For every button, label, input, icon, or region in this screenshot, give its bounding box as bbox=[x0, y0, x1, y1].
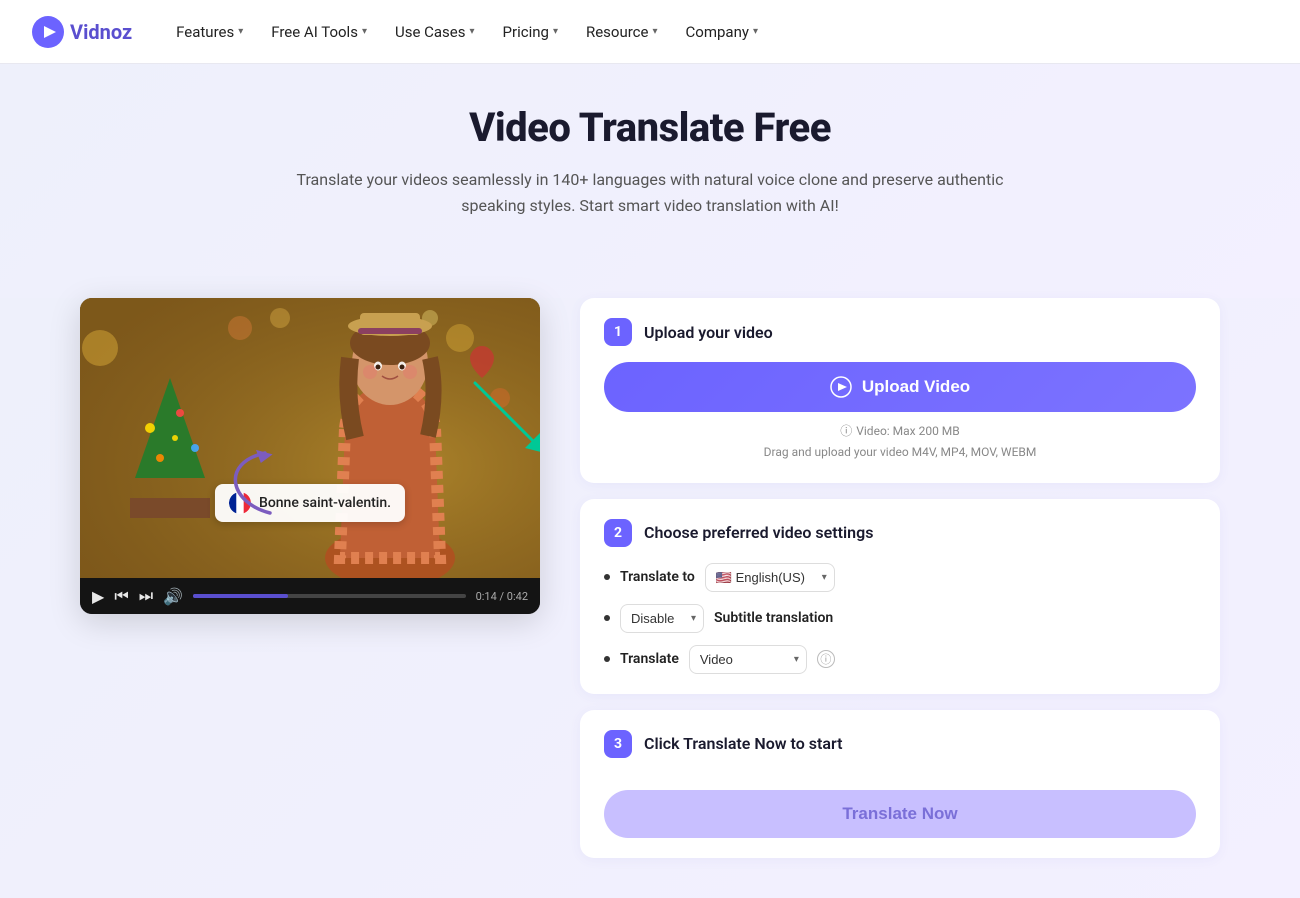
play-circle-icon bbox=[830, 376, 852, 398]
translate-option-wrapper: Video Audio Subtitles only ▾ bbox=[689, 645, 807, 674]
logo-icon bbox=[32, 16, 64, 48]
time-display: 0:14 / 0:42 bbox=[476, 590, 528, 603]
video-controls-bar: ▶ ⏮ ⏭ 🔊 0:14 / 0:42 bbox=[80, 578, 540, 614]
step-2-header: 2 Choose preferred video settings bbox=[604, 519, 1196, 547]
arrow-decoration bbox=[210, 443, 330, 523]
chevron-down-icon: ▾ bbox=[470, 26, 475, 37]
navbar: Vidnoz Features ▾ Free AI Tools ▾ Use Ca… bbox=[0, 0, 1300, 64]
nav-item-pricing[interactable]: Pricing ▾ bbox=[491, 15, 570, 49]
bullet-icon bbox=[604, 656, 610, 662]
progress-bar[interactable] bbox=[193, 594, 466, 598]
page-title: Video Translate Free bbox=[80, 104, 1220, 151]
right-panel: 1 Upload your video Upload Video ⓘ Video… bbox=[580, 298, 1220, 857]
language-select-wrapper: 🇺🇸 English(US) 🇫🇷 French 🇩🇪 German 🇪🇸 Sp… bbox=[705, 563, 835, 592]
translate-row: Translate Video Audio Subtitles only ▾ ⓘ bbox=[604, 645, 1196, 674]
step-1-title: Upload your video bbox=[644, 323, 773, 342]
step-1-header: 1 Upload your video bbox=[604, 318, 1196, 346]
skip-forward-button[interactable]: ⏭ bbox=[139, 586, 153, 606]
step-2-title: Choose preferred video settings bbox=[644, 523, 873, 542]
volume-button[interactable]: 🔊 bbox=[163, 587, 183, 606]
chevron-down-icon: ▾ bbox=[753, 26, 758, 37]
upload-info: ⓘ Video: Max 200 MB Drag and upload your… bbox=[604, 422, 1196, 462]
subtitle-row: Disable Enable ▾ Subtitle translation bbox=[604, 604, 1196, 633]
nav-item-free-ai-tools[interactable]: Free AI Tools ▾ bbox=[259, 15, 379, 49]
nav-item-resource[interactable]: Resource ▾ bbox=[574, 15, 670, 49]
upload-video-button[interactable]: Upload Video bbox=[604, 362, 1196, 412]
subtitle-select[interactable]: Disable Enable bbox=[620, 604, 704, 633]
language-select[interactable]: 🇺🇸 English(US) 🇫🇷 French 🇩🇪 German 🇪🇸 Sp… bbox=[705, 563, 835, 592]
step-3-badge: 3 bbox=[604, 730, 632, 758]
nav-links: Features ▾ Free AI Tools ▾ Use Cases ▾ P… bbox=[164, 15, 1268, 49]
cursor-pointer-arrow bbox=[470, 378, 540, 458]
subtitle-label: Subtitle translation bbox=[714, 610, 833, 626]
bullet-icon bbox=[604, 615, 610, 621]
skip-back-button[interactable]: ⏮ bbox=[114, 586, 128, 606]
nav-item-company[interactable]: Company ▾ bbox=[674, 15, 770, 49]
translate-to-label: Translate to bbox=[620, 569, 695, 585]
subtitle-select-wrapper: Disable Enable ▾ bbox=[620, 604, 704, 633]
step-1-badge: 1 bbox=[604, 318, 632, 346]
step-3-title: Click Translate Now to start bbox=[644, 734, 842, 753]
nav-item-use-cases[interactable]: Use Cases ▾ bbox=[383, 15, 487, 49]
translate-label: Translate bbox=[620, 651, 679, 667]
step-2-card: 2 Choose preferred video settings Transl… bbox=[580, 499, 1220, 694]
logo[interactable]: Vidnoz bbox=[32, 16, 132, 48]
video-thumbnail: Bonne saint-valentin. bbox=[80, 298, 540, 578]
translate-to-row: Translate to 🇺🇸 English(US) 🇫🇷 French 🇩🇪… bbox=[604, 563, 1196, 592]
chevron-down-icon: ▾ bbox=[553, 26, 558, 37]
nav-item-features[interactable]: Features ▾ bbox=[164, 15, 255, 49]
video-player: Bonne saint-valentin. ▶ ⏮ ⏭ 🔊 0:14 / 0:4… bbox=[80, 298, 540, 614]
progress-fill bbox=[193, 594, 288, 598]
step-2-badge: 2 bbox=[604, 519, 632, 547]
chevron-down-icon: ▾ bbox=[362, 26, 367, 37]
play-button[interactable]: ▶ bbox=[92, 587, 104, 606]
chevron-down-icon: ▾ bbox=[652, 26, 657, 37]
hero-section: Video Translate Free Translate your vide… bbox=[0, 64, 1300, 298]
info-circle-icon: ⓘ bbox=[840, 422, 852, 441]
step-3-card: 3 Click Translate Now to start Translate… bbox=[580, 710, 1220, 858]
step-1-card: 1 Upload your video Upload Video ⓘ Video… bbox=[580, 298, 1220, 482]
main-content: Bonne saint-valentin. ▶ ⏮ ⏭ 🔊 0:14 / 0:4… bbox=[0, 298, 1300, 897]
bullet-icon bbox=[604, 574, 610, 580]
drag-upload-label: Drag and upload your video M4V, MP4, MOV… bbox=[604, 443, 1196, 462]
chevron-down-icon: ▾ bbox=[238, 26, 243, 37]
hero-subtitle: Translate your videos seamlessly in 140+… bbox=[290, 167, 1010, 218]
translate-now-button[interactable]: Translate Now bbox=[604, 790, 1196, 838]
info-icon[interactable]: ⓘ bbox=[817, 650, 835, 668]
translate-option-select[interactable]: Video Audio Subtitles only bbox=[689, 645, 807, 674]
logo-label: Vidnoz bbox=[70, 20, 132, 44]
step-3-header: 3 Click Translate Now to start bbox=[604, 730, 1196, 758]
